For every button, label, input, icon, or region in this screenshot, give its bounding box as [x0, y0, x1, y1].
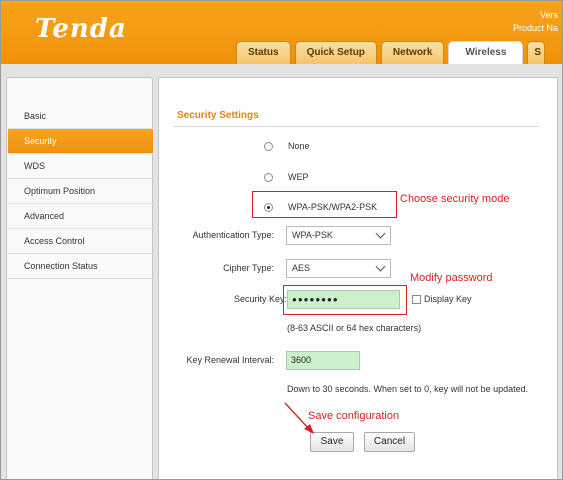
router-admin-page: Tenda Vers Product Na Status Quick Setup…: [0, 0, 563, 480]
save-arrow-icon: [284, 402, 314, 434]
